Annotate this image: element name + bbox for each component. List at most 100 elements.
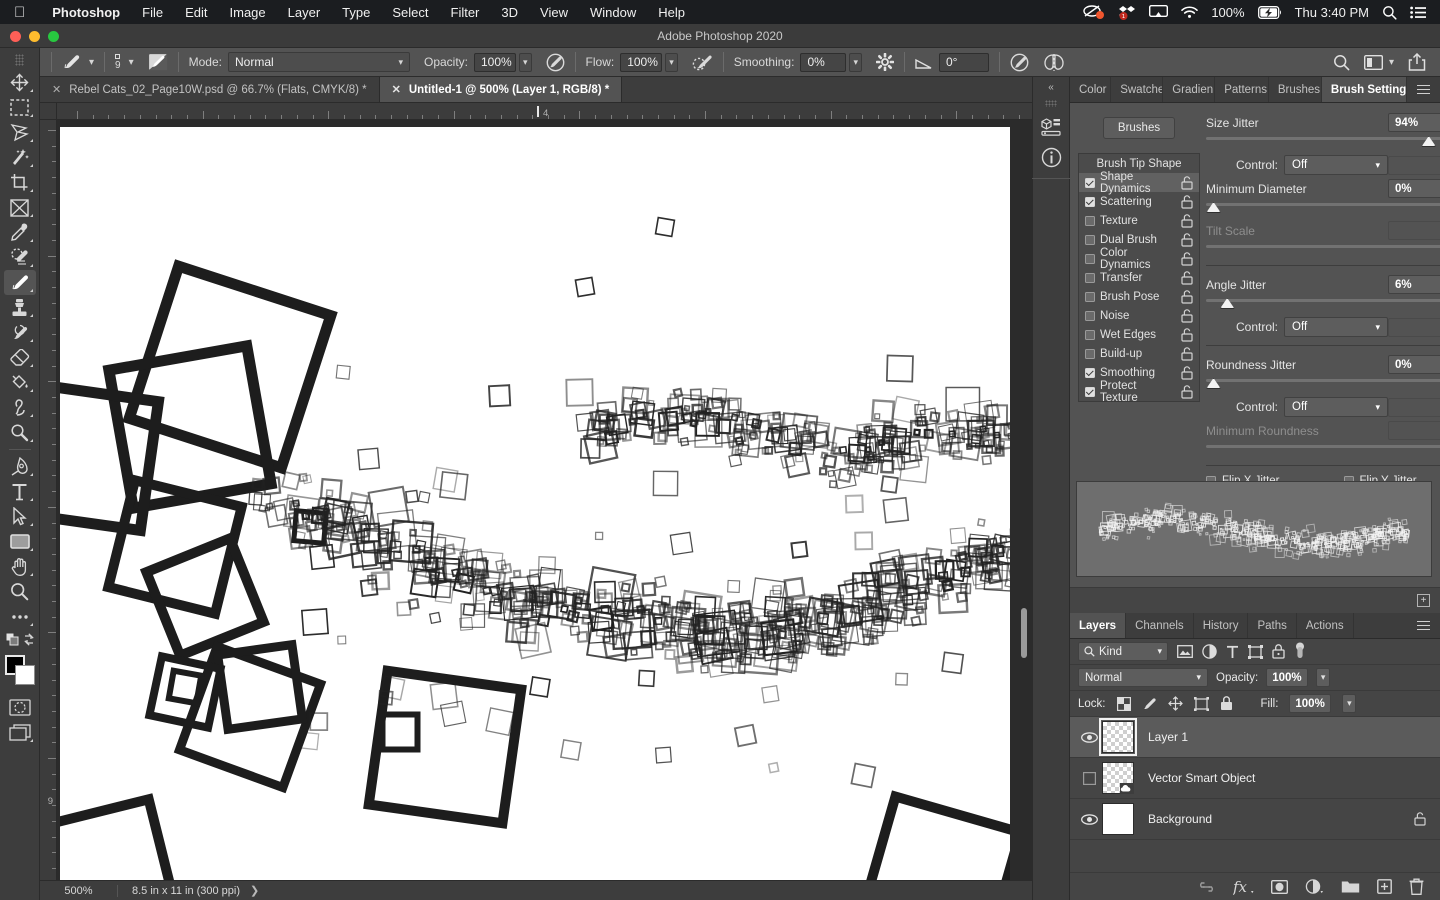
layer-filter-kind-select[interactable]: Kind ▾ (1078, 642, 1168, 661)
pressure-size-toggle[interactable] (1003, 48, 1036, 77)
minimize-window-button[interactable] (29, 31, 40, 42)
eyedropper-tool[interactable] (4, 220, 36, 245)
menu-edit[interactable]: Edit (174, 5, 218, 20)
layer-thumbnail[interactable] (1102, 803, 1134, 835)
unlock-icon[interactable] (1181, 309, 1193, 323)
brush-option-noise[interactable]: Noise (1079, 306, 1199, 325)
size-jitter-control-value-field[interactable] (1388, 156, 1440, 175)
unlock-icon[interactable] (1181, 214, 1193, 228)
vertical-scrollbar[interactable] (1021, 608, 1027, 658)
horizontal-ruler[interactable]: 4 (40, 103, 1032, 120)
adjustment-layer-icon[interactable] (1305, 879, 1324, 895)
angle-jitter-control-value-field[interactable] (1388, 318, 1440, 337)
frame-tool[interactable] (4, 195, 36, 220)
layer-blend-mode-select[interactable]: Normal ▾ (1078, 668, 1208, 687)
tab-channels[interactable]: Channels (1126, 613, 1194, 638)
document-tab-rebel-cats[interactable]: ✕ Rebel Cats_02_Page10W.psd @ 66.7% (Fla… (40, 77, 380, 102)
dodge-tool[interactable] (4, 420, 36, 445)
delete-layer-icon[interactable] (1409, 878, 1424, 895)
size-jitter-value[interactable]: 94% (1388, 113, 1440, 132)
brush-option-brush-pose[interactable]: Brush Pose (1079, 287, 1199, 306)
history-brush-tool[interactable] (4, 320, 36, 345)
unlock-icon[interactable] (1181, 252, 1193, 266)
fill-dropdown-button[interactable]: ▾ (1342, 694, 1356, 713)
size-jitter-control-select[interactable]: Off ▾ (1284, 155, 1388, 175)
close-window-button[interactable] (10, 31, 21, 42)
paint-bucket-tool[interactable] (4, 370, 36, 395)
symmetry-button[interactable] (1036, 48, 1072, 77)
unlock-icon[interactable] (1181, 176, 1193, 190)
eraser-tool[interactable] (4, 345, 36, 370)
link-layers-icon[interactable] (1197, 881, 1216, 893)
tab-history[interactable]: History (1194, 613, 1249, 638)
tools-panel-grip[interactable] (15, 54, 24, 66)
rail-grip[interactable] (1045, 100, 1057, 107)
brush-preset-picker[interactable]: ▾ (55, 48, 101, 77)
menu-select[interactable]: Select (381, 5, 439, 20)
angle-input[interactable]: 0° (939, 53, 989, 72)
opacity-pressure-toggle[interactable] (539, 48, 572, 77)
document-canvas[interactable] (60, 127, 1010, 884)
chevron-down-icon[interactable]: ▾ (129, 57, 134, 68)
tab-brushes[interactable]: Brushes (1269, 77, 1322, 102)
eye-hidden-icon[interactable] (1076, 772, 1102, 785)
brush-option-wet-edges[interactable]: Wet Edges (1079, 325, 1199, 344)
airplay-icon[interactable] (1149, 5, 1168, 19)
rectangle-shape-tool[interactable] (4, 529, 36, 554)
brush-option-shape-dynamics[interactable]: Shape Dynamics (1079, 173, 1199, 192)
battery-charging-icon[interactable] (1258, 6, 1282, 19)
checkbox[interactable] (1085, 197, 1095, 207)
move-tool[interactable] (4, 70, 36, 95)
quick-mask-button[interactable] (4, 695, 36, 720)
unlock-icon[interactable] (1181, 233, 1193, 247)
new-layer-icon[interactable] (1377, 879, 1392, 894)
close-icon[interactable]: ✕ (52, 83, 61, 96)
brush-option-protect-texture[interactable]: Protect Texture (1079, 382, 1199, 401)
type-layer-filter-icon[interactable] (1226, 645, 1239, 659)
collapse-double-chevron-icon[interactable]: « (1032, 77, 1070, 97)
chevron-down-icon[interactable]: ▾ (89, 57, 94, 68)
opacity-input[interactable]: 100% (474, 53, 516, 72)
layer-thumbnail[interactable] (1102, 721, 1134, 753)
panel-menu-icon[interactable] (1407, 613, 1440, 638)
tab-layers[interactable]: Layers (1070, 613, 1126, 638)
lock-all-icon[interactable] (1220, 696, 1233, 711)
rectangular-marquee-tool[interactable] (4, 95, 36, 120)
menu-layer[interactable]: Layer (277, 5, 332, 20)
layer-opacity-value[interactable]: 100% (1266, 668, 1308, 687)
document-info[interactable]: 8.5 in x 11 in (300 ppi) ❯ (118, 884, 259, 897)
checkbox[interactable] (1085, 330, 1095, 340)
angle-jitter-value[interactable]: 6% (1388, 275, 1440, 294)
lock-position-icon[interactable] (1168, 696, 1183, 711)
airbrush-toggle[interactable] (685, 48, 720, 77)
brush-option-build-up[interactable]: Build-up (1079, 344, 1199, 363)
new-group-icon[interactable] (1341, 879, 1360, 894)
roundness-jitter-value[interactable]: 0% (1388, 355, 1440, 374)
brush-option-texture[interactable]: Texture (1079, 211, 1199, 230)
unlock-icon[interactable] (1181, 328, 1193, 342)
info-icon[interactable] (1035, 142, 1067, 172)
brushes-button[interactable]: Brushes (1103, 117, 1175, 139)
tab-patterns[interactable]: Patterns (1215, 77, 1269, 102)
canvas-area[interactable]: 4 9 (40, 103, 1032, 900)
opacity-dropdown-button[interactable]: ▾ (519, 53, 532, 72)
flow-dropdown-button[interactable]: ▾ (665, 53, 678, 72)
dropbox-icon[interactable]: 1 (1118, 5, 1136, 20)
table-row[interactable]: Background (1070, 799, 1440, 840)
roundness-control-value-field[interactable] (1388, 398, 1440, 417)
share-icon[interactable] (1408, 53, 1426, 71)
wifi-icon[interactable] (1181, 6, 1198, 19)
zoom-tool[interactable] (4, 579, 36, 604)
eye-visible-icon[interactable] (1076, 814, 1102, 825)
layer-style-fx-icon[interactable]: fx (1233, 879, 1254, 895)
screen-mode-button[interactable] (4, 720, 36, 745)
type-tool[interactable] (4, 479, 36, 504)
tab-color[interactable]: Color (1070, 77, 1111, 102)
angle-jitter-control-select[interactable]: Off ▾ (1284, 317, 1388, 337)
layer-opacity-dropdown-button[interactable]: ▾ (1316, 668, 1330, 687)
document-tab-untitled-1[interactable]: ✕ Untitled-1 @ 500% (Layer 1, RGB/8) * (380, 77, 623, 102)
checkbox[interactable] (1085, 292, 1095, 302)
checkbox[interactable] (1085, 235, 1095, 245)
workspace-switcher-button[interactable]: ▾ (1364, 55, 1394, 70)
brush-option-color-dynamics[interactable]: Color Dynamics (1079, 249, 1199, 268)
